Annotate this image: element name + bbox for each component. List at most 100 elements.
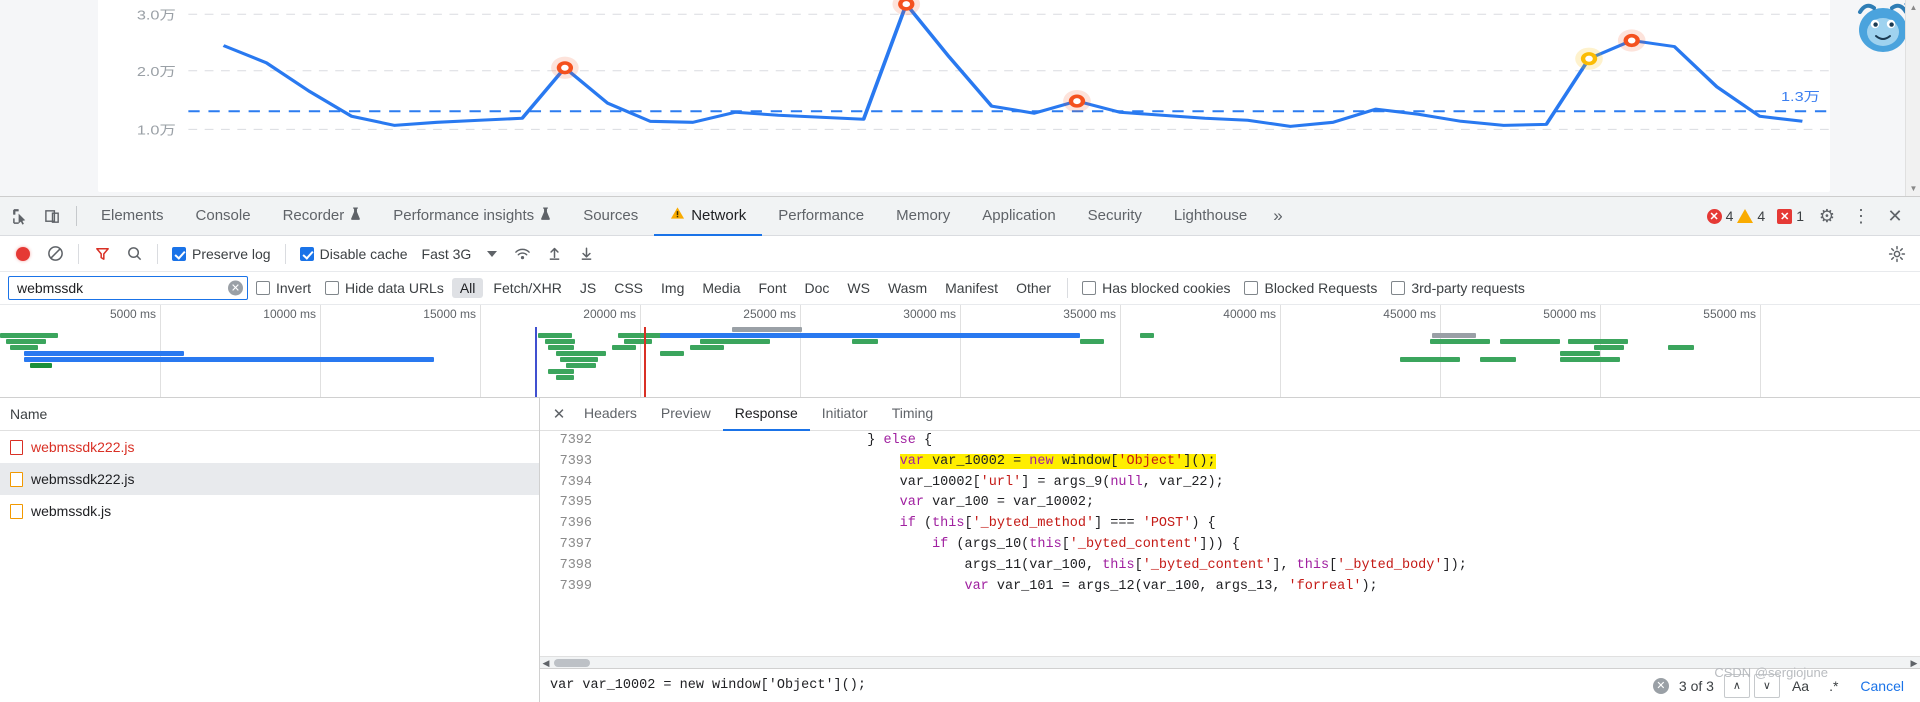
filter-type-fetch-xhr[interactable]: Fetch/XHR: [485, 278, 569, 298]
line-number: 7398: [540, 556, 602, 577]
overview-request-band: [700, 339, 770, 344]
filter-type-doc[interactable]: Doc: [797, 278, 838, 298]
js-file-icon: [10, 472, 23, 487]
js-file-icon: [10, 504, 23, 519]
clear-search-icon[interactable]: ✕: [1653, 678, 1669, 694]
tab-application[interactable]: Application: [966, 197, 1071, 236]
overview-request-band: [566, 363, 596, 368]
filter-input-wrapper[interactable]: ✕: [8, 276, 248, 300]
close-detail-icon[interactable]: ✕: [546, 401, 572, 427]
search-cancel-button[interactable]: Cancel: [1850, 678, 1914, 694]
filter-type-wasm[interactable]: Wasm: [880, 278, 935, 298]
hide-data-urls-checkbox[interactable]: Hide data URLs: [319, 280, 450, 296]
y-tick-3: 3.0万: [137, 9, 176, 23]
blocked-requests-checkbox[interactable]: Blocked Requests: [1238, 280, 1383, 296]
filter-type-other[interactable]: Other: [1008, 278, 1059, 298]
detail-tab-timing[interactable]: Timing: [880, 398, 946, 431]
device-toolbar-icon[interactable]: [36, 201, 68, 231]
search-icon[interactable]: [119, 240, 149, 268]
code-horizontal-scrollbar[interactable]: ◀ ▶: [540, 656, 1920, 668]
third-party-requests-checkbox[interactable]: 3rd-party requests: [1385, 280, 1531, 296]
scroll-left-icon[interactable]: ◀: [540, 657, 552, 669]
disable-cache-checkbox[interactable]: Disable cache: [294, 246, 414, 262]
warning-count: 4: [1757, 208, 1765, 224]
detail-tab-preview[interactable]: Preview: [649, 398, 723, 431]
export-har-icon[interactable]: [571, 240, 601, 268]
search-match-count: 3 of 3: [1673, 678, 1720, 694]
filter-type-js[interactable]: JS: [572, 278, 604, 298]
has-blocked-cookies-checkbox[interactable]: Has blocked cookies: [1076, 280, 1236, 296]
tab-lighthouse[interactable]: Lighthouse: [1158, 197, 1263, 236]
code-text: if (args_10(this['_byted_content'])) {: [602, 535, 1920, 556]
page-scrollbar[interactable]: ▲ ▼: [1905, 0, 1920, 196]
request-list-column: Name webmssdk222.jswebmssdk222.jswebmssd…: [0, 398, 540, 702]
filter-type-ws[interactable]: WS: [839, 278, 878, 298]
detail-tab-headers[interactable]: Headers: [572, 398, 649, 431]
table-row[interactable]: webmssdk222.js: [0, 431, 539, 463]
detail-tab-response[interactable]: Response: [723, 398, 810, 431]
filter-input[interactable]: [15, 279, 225, 297]
network-conditions-icon[interactable]: [507, 240, 537, 268]
table-row[interactable]: webmssdk222.js: [0, 463, 539, 495]
disable-cache-box: [300, 247, 314, 261]
overview-tick-label: 20000 ms: [583, 307, 640, 321]
import-har-icon[interactable]: [539, 240, 569, 268]
code-token: ) {: [1191, 516, 1215, 531]
filter-type-css[interactable]: CSS: [606, 278, 651, 298]
throttling-select[interactable]: Fast 3G: [416, 246, 478, 262]
tab-sources[interactable]: Sources: [567, 197, 654, 236]
error-count: 4: [1726, 208, 1734, 224]
filter-type-font[interactable]: Font: [751, 278, 795, 298]
overview-request-band: [852, 339, 878, 344]
scroll-down-icon[interactable]: ▼: [1906, 181, 1920, 196]
tab-memory[interactable]: Memory: [880, 197, 966, 236]
record-button[interactable]: [8, 240, 38, 268]
tab-label: Elements: [101, 207, 164, 224]
more-tabs-icon[interactable]: »: [1263, 206, 1292, 226]
tab-performance-insights[interactable]: Performance insights: [377, 197, 567, 236]
overview-request-band: [1480, 357, 1516, 362]
overview-request-band: [1560, 351, 1600, 356]
inspect-element-icon[interactable]: [4, 201, 36, 231]
chevron-down-icon[interactable]: [487, 251, 497, 257]
scroll-right-icon[interactable]: ▶: [1908, 657, 1920, 669]
scroll-up-icon[interactable]: ▲: [1906, 0, 1920, 15]
tab-elements[interactable]: Elements: [85, 197, 180, 236]
network-overview[interactable]: 5000 ms10000 ms15000 ms20000 ms25000 ms3…: [0, 305, 1920, 398]
code-token: var_10002 =: [924, 454, 1029, 469]
detail-tab-initiator[interactable]: Initiator: [810, 398, 880, 431]
filter-type-img[interactable]: Img: [653, 278, 692, 298]
scrollbar-thumb[interactable]: [554, 659, 590, 667]
devtools-settings-icon[interactable]: ⚙: [1812, 201, 1842, 231]
tab-network[interactable]: Network: [654, 197, 762, 236]
error-warning-badge[interactable]: ✕ 4 4: [1703, 207, 1770, 225]
clear-button[interactable]: [40, 240, 70, 268]
response-code-viewer[interactable]: 7392 } else {7393 var var_10002 = new wi…: [540, 431, 1920, 656]
code-line: 7399 var var_101 = args_12(var_100, args…: [540, 577, 1920, 598]
filter-type-manifest[interactable]: Manifest: [937, 278, 1006, 298]
tab-performance[interactable]: Performance: [762, 197, 880, 236]
overview-request-band: [1080, 339, 1104, 344]
overview-tick: [1120, 305, 1121, 397]
filter-type-all[interactable]: All: [452, 278, 484, 298]
table-row[interactable]: webmssdk.js: [0, 495, 539, 527]
tab-security[interactable]: Security: [1072, 197, 1158, 236]
filter-type-media[interactable]: Media: [694, 278, 748, 298]
tab-console[interactable]: Console: [180, 197, 267, 236]
devtools-close-icon[interactable]: ✕: [1880, 201, 1910, 231]
devtools-menu-icon[interactable]: ⋮: [1846, 201, 1876, 231]
issues-badge[interactable]: ✕ 1: [1773, 207, 1808, 225]
preserve-log-checkbox[interactable]: Preserve log: [166, 246, 277, 262]
request-list-header[interactable]: Name: [0, 398, 539, 431]
invert-checkbox[interactable]: Invert: [250, 280, 317, 296]
clear-filter-icon[interactable]: ✕: [228, 281, 243, 296]
overview-request-band: [624, 339, 652, 344]
code-token: , var_22);: [1143, 475, 1224, 490]
blocked-requests-box: [1244, 281, 1258, 295]
filter-icon[interactable]: [87, 240, 117, 268]
network-settings-icon[interactable]: [1882, 240, 1912, 268]
line-number: 7393: [540, 452, 602, 473]
code-search-input[interactable]: [546, 677, 1649, 694]
code-token: if: [932, 537, 948, 552]
tab-recorder[interactable]: Recorder: [267, 197, 378, 236]
